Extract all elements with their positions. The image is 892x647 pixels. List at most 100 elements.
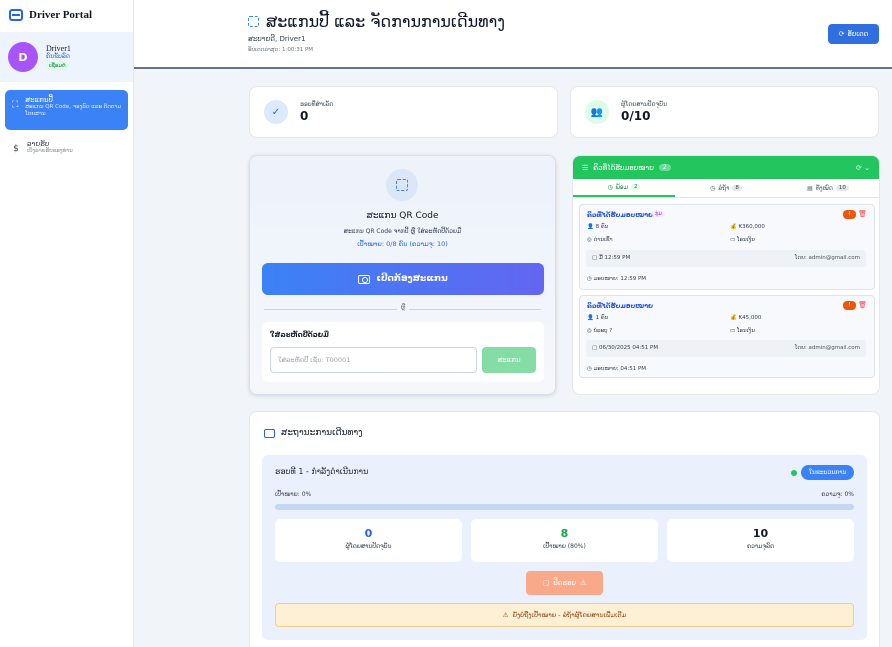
- tab-waiting[interactable]: ◷ ລໍຖ້າ 8: [675, 179, 777, 197]
- last-updated: ອັບເດດລ່າສຸດ: 1:00:31 PM: [248, 47, 314, 53]
- tab-count: 2: [630, 184, 641, 190]
- list-item[interactable]: ຄິວທີ່ໄດ້ຮັບມອບໝາຍ ! 🗑 👤 1 ຄົນ 💰 ₭45,000…: [579, 295, 875, 378]
- queue-list: ຄິວທີ່ໄດ້ຮັບມອບໝາຍ ກຸ່ມ ! 🗑 👤 8 ຄົນ 💰 ₭3…: [579, 204, 875, 383]
- booking-detail-box: ▢ 06/30/2025 04:51 PM ໂດຍ: admin@gmail.c…: [586, 340, 866, 357]
- target-warning: ⚠ ຍັງບໍ່ຖືງເປົ້າໝາຍ - ລໍຖ້າຜູ້ໂດຍສານເພີ່…: [275, 603, 854, 627]
- refresh-icon: ⟳: [838, 30, 845, 38]
- tab-label: ທັງໝົດ: [815, 184, 833, 192]
- avatar: D: [8, 42, 38, 72]
- trip-title: ສະຖານະການເດີນທາງ: [281, 428, 363, 438]
- scanner-target: ເປົ້າໝາຍ: 0/8 ຄົນ (ຄວາມຈຸ: 10): [357, 240, 448, 248]
- users-icon: 👥: [585, 100, 609, 124]
- brand[interactable]: Driver Portal: [0, 0, 133, 30]
- page-title: ສະແກນປີ້ ແລະ ຈັດການການເດີນທາງ: [266, 12, 505, 31]
- clock-icon: ◷: [710, 184, 716, 192]
- sidebar-item-subtitle: ເບິ່ງລາຍຮັບຂອງທ່ານ: [27, 148, 73, 154]
- refresh-button[interactable]: ⟳ ອັບເດດ: [828, 24, 879, 44]
- ticket-code-input[interactable]: [270, 347, 477, 373]
- camera-icon: [358, 274, 371, 284]
- booking-name: ຄິວທີ່ໄດ້ຮັບມອບໝາຍ: [587, 302, 653, 310]
- manual-scan-button[interactable]: ສະແກນ: [482, 347, 536, 373]
- metric-current-passengers: 0 ຜູ້ໂດຍສານປັດຈຸບັນ: [275, 519, 462, 562]
- payment-method: ▭ ໂອນເງິນ: [730, 328, 755, 334]
- queue-count: 2: [658, 164, 671, 171]
- manual-label: ໃສ່ລະຫັດປີ້ດ້ວຍມື: [270, 331, 329, 339]
- metric-value: 8: [560, 527, 569, 540]
- metric-label: ຄວາມຈຸລົດ: [746, 543, 775, 550]
- list-item[interactable]: ຄິວທີ່ໄດ້ຮັບມອບໝາຍ ກຸ່ມ ! 🗑 👤 8 ຄົນ 💰 ₭3…: [579, 204, 875, 290]
- refresh-icon[interactable]: ⟳ ⌄: [856, 164, 870, 172]
- scanner-title: ສະແກນ QR Code: [366, 211, 439, 221]
- metric-target: 8 ເປົ້າໝາຍ (80%): [471, 519, 658, 562]
- bus-icon: [264, 428, 275, 438]
- location: ◎ ດ່ານເຂົ້າ: [587, 237, 613, 243]
- status-badge: ໃນຂະບວນການ: [801, 465, 854, 480]
- dollar-icon: $: [13, 144, 19, 154]
- metric-value: 10: [752, 527, 769, 540]
- stat-label: ຜູ້ໂດຍສານປັດຈຸບັນ: [621, 101, 668, 108]
- profile-name: Driver1: [46, 44, 71, 53]
- sidebar-item-scan[interactable]: ⛶ ສະແກນປີ້ ສະແກນ QR Code, ຈອງລົດ ແລະ ຕິດ…: [5, 90, 128, 130]
- tab-all[interactable]: ▤ ທັງໝົດ 10: [777, 179, 879, 197]
- metric-capacity: 10 ຄວາມຈຸລົດ: [667, 519, 854, 562]
- warning-icon: ⚠: [580, 579, 587, 587]
- trash-icon[interactable]: 🗑: [858, 301, 867, 309]
- end-round-label: ປິດຮອບ: [553, 579, 576, 587]
- stat-label: ຮອບທີ່ສຳເລັດ: [300, 101, 334, 108]
- sidebar-item-title: ລາຍຮັບ: [27, 140, 50, 148]
- booking-date: ▢ ມື້ 12:59 PM: [592, 255, 631, 261]
- warning-badge: !: [843, 301, 856, 310]
- scan-icon: [248, 16, 259, 27]
- list-icon: ☰: [582, 163, 589, 172]
- greeting: ສະບາຍດີ, Driver1: [248, 35, 306, 43]
- booking-by: ໂດຍ: admin@gmail.com: [794, 345, 860, 351]
- round-title: ຮອບທີ 1 - ກຳລັງດຳເນີນການ: [275, 467, 369, 476]
- refresh-label: ອັບເດດ: [847, 30, 869, 38]
- booking-by: ໂດຍ: admin@gmail.com: [794, 255, 860, 261]
- sidebar-item-income[interactable]: $ ລາຍຮັບ ເບິ່ງລາຍຮັບຂອງທ່ານ: [5, 134, 128, 161]
- warning-icon: ⚠: [502, 611, 509, 619]
- metric-value: 0: [364, 527, 373, 540]
- metric-label: ຜູ້ໂດຍສານປັດຈຸບັນ: [345, 543, 392, 550]
- assigned-time: ◷ ມອບໝາຍ: 12:59 PM: [587, 276, 647, 282]
- profile-role: ຄົນຂັບລົດ: [46, 53, 70, 60]
- people-count: 👤 8 ຄົນ: [587, 224, 609, 230]
- status-badge: ເຊື່ອມຕໍ່: [46, 62, 69, 70]
- open-camera-button[interactable]: ເປີດກ້ອງສະແກນ: [262, 263, 544, 295]
- live-dot: [791, 470, 797, 476]
- warning-text: ຍັງບໍ່ຖືງເປົ້າໝາຍ - ລໍຖ້າຜູ້ໂດຍສານເພີ່ມເ…: [512, 611, 627, 619]
- tab-count: 8: [732, 185, 742, 191]
- stat-value: 0: [300, 109, 309, 123]
- sidebar-item-subtitle: ສະແກນ QR Code, ຈອງລົດ ແລະ ຕິດຕາມ ໂດຍສານ: [25, 104, 122, 117]
- queue-header: ☰ ຄິວທີ່ໄດ້ຮັບມອບໝາຍ 2 ⟳ ⌄: [573, 156, 879, 179]
- trip-title-row: ສະຖານະການເດີນທາງ: [264, 428, 363, 438]
- scanner-subtitle: ສະແກນ QR Code ຈາກປີ້ ຫຼື ໃສ່ລະຫັດປີ້ດ້ວຍ…: [343, 228, 462, 235]
- stop-icon: ▢: [542, 579, 550, 587]
- clock-icon: ◷: [607, 183, 613, 191]
- bus-icon: [9, 9, 23, 21]
- trash-icon[interactable]: 🗑: [858, 210, 867, 218]
- tab-label: ລໍຖ້າ: [718, 184, 730, 192]
- trip-round-box: ຮອບທີ 1 - ກຳລັງດຳເນີນການ ໃນຂະບວນການ ເປົ້…: [262, 455, 867, 640]
- end-round-button[interactable]: ▢ ປິດຮອບ ⚠: [526, 571, 603, 595]
- queue-title: ຄິວທີ່ໄດ້ຮັບມອບໝາຍ: [593, 163, 654, 172]
- tab-label: ພ້ອມ: [615, 183, 628, 191]
- brand-title: Driver Portal: [29, 9, 93, 21]
- sidebar-nav: ⛶ ສະແກນປີ້ ສະແກນ QR Code, ຈອງລົດ ແລະ ຕິດ…: [0, 90, 133, 161]
- profile-card: D Driver1 ຄົນຂັບລົດ ເຊື່ອມຕໍ່: [0, 32, 133, 82]
- page-header: ສະແກນປີ້ ແລະ ຈັດການການເດີນທາງ ສະບາຍດີ, D…: [134, 0, 892, 69]
- metric-label: ເປົ້າໝາຍ (80%): [543, 543, 586, 550]
- manual-entry: ໃສ່ລະຫັດປີ້ດ້ວຍມື ສະແກນ: [262, 322, 544, 382]
- assigned-queue-panel: ☰ ຄິວທີ່ໄດ້ຮັບມອບໝາຍ 2 ⟳ ⌄ ◷ ພ້ອມ 2 ◷ ລໍ…: [572, 155, 880, 395]
- trip-status-card: ສະຖານະການເດີນທາງ ຮອບທີ 1 - ກຳລັງດຳເນີນກາ…: [249, 411, 880, 647]
- stat-current-passengers: 👥 ຜູ້ໂດຍສານປັດຈຸບັນ 0/10: [570, 86, 879, 138]
- target-progress-label: ເປົ້າໝາຍ: 0%: [275, 491, 312, 498]
- location: ◎ ບໍ່ລະບຸ ?: [587, 328, 613, 334]
- check-icon: ✓: [264, 100, 288, 124]
- stat-value: 0/10: [621, 109, 651, 123]
- scan-icon: ⛶: [11, 100, 19, 110]
- booking-date: ▢ 06/30/2025 04:51 PM: [592, 345, 659, 351]
- tab-ready[interactable]: ◷ ພ້ອມ 2: [573, 179, 675, 197]
- people-count: 👤 1 ຄົນ: [587, 315, 609, 321]
- queue-tabs: ◷ ພ້ອມ 2 ◷ ລໍຖ້າ 8 ▤ ທັງໝົດ 10: [573, 179, 879, 198]
